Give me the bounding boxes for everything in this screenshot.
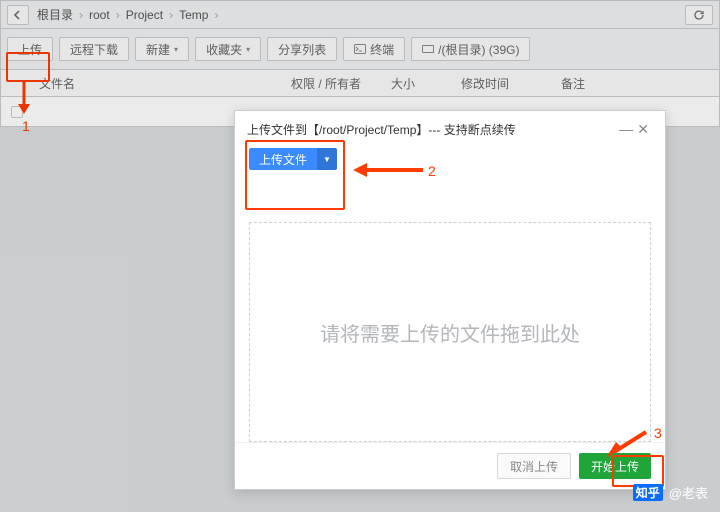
close-icon[interactable]: ✕ — [637, 121, 653, 137]
modal-title: 上传文件到【/root/Project/Temp】--- 支持断点续传 — [247, 121, 516, 138]
upload-modal: 上传文件到【/root/Project/Temp】--- 支持断点续传 —✕ 上… — [234, 110, 666, 490]
watermark: 知乎 @老表 — [633, 483, 708, 502]
minimize-icon[interactable]: — — [619, 121, 637, 137]
dropzone[interactable]: 请将需要上传的文件拖到此处 — [249, 222, 651, 442]
dropzone-text: 请将需要上传的文件拖到此处 — [320, 318, 580, 347]
zhihu-logo: 知乎 — [633, 484, 663, 501]
upload-file-button[interactable]: 上传文件 — [249, 148, 317, 170]
upload-dropdown-toggle[interactable]: ▼ — [317, 148, 337, 170]
modal-titlebar[interactable]: 上传文件到【/root/Project/Temp】--- 支持断点续传 —✕ — [235, 111, 665, 148]
modal-window-controls[interactable]: —✕ — [619, 121, 653, 138]
start-upload-button[interactable]: 开始上传 — [579, 453, 651, 479]
modal-body: 上传文件 ▼ 上传文件 上传目录 请将需要上传的文件拖到此处 — [235, 148, 665, 442]
watermark-author: @老表 — [669, 483, 708, 502]
cancel-upload-button[interactable]: 取消上传 — [497, 453, 571, 479]
modal-footer: 取消上传 开始上传 — [235, 442, 665, 489]
upload-split-button[interactable]: 上传文件 ▼ 上传文件 上传目录 — [249, 148, 337, 170]
